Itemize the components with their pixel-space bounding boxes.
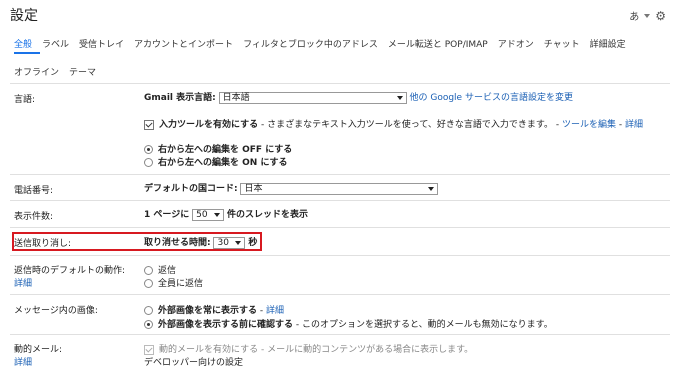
header-tools: あ ⚙ — [629, 8, 666, 24]
input-method-button[interactable]: あ — [629, 8, 639, 23]
images-always-radio[interactable] — [144, 306, 153, 315]
tab-accounts-import[interactable]: アカウントとインポート — [134, 37, 233, 50]
gear-icon[interactable]: ⚙ — [655, 9, 666, 23]
reply-radio[interactable] — [144, 266, 153, 275]
reply-default-label: 返信時のデフォルトの動作: — [14, 266, 126, 276]
images-ask-radio[interactable] — [144, 320, 153, 329]
page-size-select[interactable]: 50 — [192, 208, 225, 221]
tab-inbox[interactable]: 受信トレイ — [79, 37, 124, 50]
active-tab-indicator — [14, 52, 40, 54]
undo-send-label: 送信取り消し: — [14, 239, 72, 249]
rtl-off-label: 右から左への編集を OFF にする — [158, 145, 293, 155]
input-tools-label: 入力ツールを有効にする — [159, 120, 259, 130]
language-row: Gmail 表示言語: 日本語 他の Google サービスの言語設定を変更 — [144, 90, 573, 104]
dynamic-mail-desc: - メールに動的コンテンツがある場合に表示します。 — [258, 345, 474, 355]
dynamic-mail-row: 動的メールを有効にする - メールに動的コンテンツがある場合に表示します。 — [144, 342, 473, 355]
country-code-select[interactable]: 日本 — [240, 182, 439, 195]
phone-row: デフォルトの国コード: 日本 — [144, 181, 439, 195]
input-tools-details-link[interactable]: 詳細 — [625, 120, 643, 130]
images-ask-row: 外部画像を表示する前に確認する - このオプションを選択すると、動的メールも無効… — [144, 317, 553, 330]
rtl-on-label: 右から左への編集を ON にする — [158, 158, 288, 168]
rtl-on-radio[interactable] — [144, 158, 153, 167]
dropdown-arrow-icon — [428, 186, 435, 191]
reply-default-details-link[interactable]: 詳細 — [14, 276, 32, 289]
reply-all-row: 全員に返信 — [144, 276, 203, 289]
page-size-prefix: 1 ページに — [144, 210, 190, 220]
chevron-down-icon[interactable] — [644, 13, 651, 18]
undo-send-row: 取り消せる時間: 30 秒 — [144, 235, 257, 249]
reply-label: 返信 — [158, 266, 177, 276]
edit-tools-link[interactable]: ツールを編集 — [562, 120, 616, 130]
divider — [10, 294, 670, 295]
country-code-label: デフォルトの国コード: — [144, 184, 238, 194]
input-tools-row: 入力ツールを有効にする - さまざまなテキスト入力ツールを使って、好きな言語で入… — [144, 117, 643, 130]
page-size-suffix: 件のスレッドを表示 — [226, 210, 308, 220]
separator: - — [257, 306, 266, 316]
separator: - — [615, 120, 625, 130]
rtl-off-row: 右から左への編集を OFF にする — [144, 142, 292, 155]
page-title: 設定 — [10, 8, 38, 24]
settings-tabs: 全般 ラベル 受信トレイ アカウントとインポート フィルタとブロック中のアドレス… — [14, 37, 626, 50]
tab-themes[interactable]: テーマ — [69, 65, 96, 78]
other-services-language-link[interactable]: 他の Google サービスの言語設定を変更 — [410, 93, 573, 103]
divider — [10, 334, 670, 335]
dynamic-mail-checkbox[interactable] — [144, 344, 154, 355]
images-ask-desc: - このオプションを選択すると、動的メールも無効になります。 — [293, 320, 553, 330]
undo-send-period-label: 取り消せる時間: — [144, 238, 211, 248]
country-code-value: 日本 — [244, 183, 263, 194]
reply-all-radio[interactable] — [144, 279, 153, 288]
tab-offline[interactable]: オフライン — [14, 65, 59, 78]
rtl-on-row: 右から左への編集を ON にする — [144, 155, 288, 168]
rtl-off-radio[interactable] — [144, 145, 153, 154]
dropdown-arrow-icon — [235, 240, 242, 245]
images-label: メッセージ内の画像: — [14, 306, 98, 316]
dynamic-mail-label: 動的メール: — [14, 345, 63, 355]
developer-settings-link[interactable]: デベロッパー向けの設定 — [144, 355, 243, 368]
page-size-label: 表示件数: — [14, 212, 54, 222]
tab-advanced[interactable]: 詳細設定 — [590, 37, 626, 50]
dropdown-arrow-icon — [396, 95, 403, 100]
divider — [10, 200, 670, 201]
tab-general[interactable]: 全般 — [14, 37, 32, 50]
language-label: 言語: — [14, 95, 36, 105]
reply-all-label: 全員に返信 — [158, 279, 204, 289]
display-language-select[interactable]: 日本語 — [218, 91, 407, 104]
tab-filters-blocked[interactable]: フィルタとブロック中のアドレス — [243, 37, 378, 50]
tab-forwarding-pop-imap[interactable]: メール転送と POP/IMAP — [388, 37, 488, 50]
dropdown-arrow-icon — [214, 212, 221, 217]
images-details-link[interactable]: 詳細 — [266, 306, 284, 316]
display-language-label: Gmail 表示言語: — [144, 93, 216, 103]
input-tools-desc: - さまざまなテキスト入力ツールを使って、好きな言語で入力できます。 - — [258, 120, 562, 130]
images-ask-label: 外部画像を表示する前に確認する — [158, 320, 294, 330]
undo-send-period-value: 30 — [217, 237, 229, 248]
input-tools-checkbox[interactable] — [144, 119, 154, 130]
divider — [10, 255, 670, 256]
phone-label: 電話番号: — [14, 186, 54, 196]
page-size-row: 1 ページに 50 件のスレッドを表示 — [144, 207, 308, 221]
display-language-value: 日本語 — [222, 92, 250, 103]
dynamic-mail-details-link[interactable]: 詳細 — [14, 355, 32, 368]
settings-tabs-row2: オフライン テーマ — [14, 65, 96, 78]
images-always-label: 外部画像を常に表示する — [158, 306, 258, 316]
page-size-value: 50 — [196, 209, 208, 220]
undo-send-period-select[interactable]: 30 — [213, 236, 246, 249]
dynamic-mail-enable-label: 動的メールを有効にする — [159, 345, 259, 355]
undo-send-unit: 秒 — [248, 238, 258, 248]
divider — [10, 83, 670, 84]
tab-labels[interactable]: ラベル — [42, 37, 69, 50]
divider — [10, 174, 670, 175]
tab-addons[interactable]: アドオン — [498, 37, 534, 50]
divider — [10, 227, 670, 228]
reply-row: 返信 — [144, 263, 176, 276]
images-always-row: 外部画像を常に表示する - 詳細 — [144, 303, 284, 316]
tab-chat[interactable]: チャット — [544, 37, 580, 50]
